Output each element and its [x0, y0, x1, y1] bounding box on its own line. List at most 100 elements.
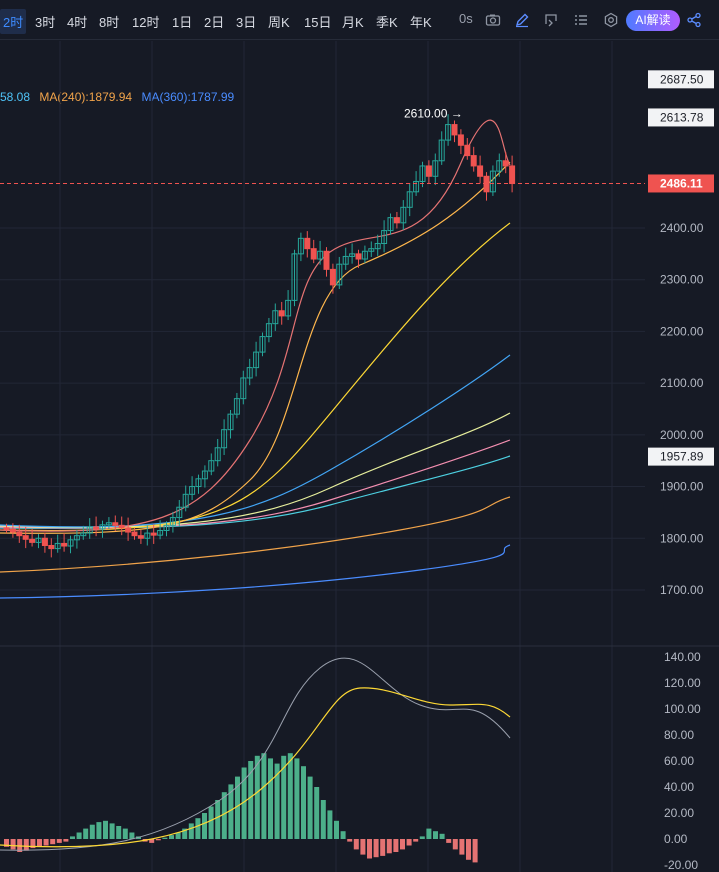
- macd-bar-71: [472, 839, 478, 863]
- candle-body-71: [457, 134, 464, 146]
- macd-bar-59: [393, 839, 399, 852]
- macd-bar-19: [129, 832, 135, 839]
- macd-bar-8: [56, 839, 62, 843]
- macd-bar-48: [320, 800, 326, 839]
- macd-bar-33: [221, 792, 227, 839]
- macd-bar-51: [340, 831, 346, 839]
- indicator-axis-label-5: 40.00: [664, 780, 694, 794]
- candle-body-14: [93, 526, 100, 530]
- candle-body-43: [278, 310, 285, 317]
- price-axis-label-3: 2100.00: [660, 376, 704, 390]
- macd-bar-50: [334, 820, 339, 839]
- ma-line-6: [0, 222, 511, 532]
- macd-bar-39: [261, 753, 267, 839]
- macd-bar-40: [268, 758, 273, 839]
- price-axis-label-0: 2400.00: [660, 221, 704, 235]
- price-axis-label-5: 1900.00: [660, 480, 704, 494]
- macd-bar-6: [43, 839, 49, 846]
- macd-bar-65: [433, 831, 438, 839]
- candle-body-55: [355, 253, 362, 260]
- candle-body-74: [477, 165, 484, 177]
- candle-body-61: [393, 217, 400, 224]
- indicator-axis-label-8: -20.00: [664, 858, 698, 872]
- macd-bar-52: [347, 839, 353, 842]
- macd-bar-28: [188, 823, 194, 839]
- macd-bar-18: [122, 828, 128, 839]
- macd-bar-15: [103, 820, 108, 839]
- macd-bar-32: [215, 800, 221, 839]
- macd-bar-70: [466, 839, 471, 860]
- candle-body-66: [425, 165, 432, 177]
- price-axis-label-6: 1800.00: [660, 531, 704, 545]
- macd-bar-61: [406, 839, 412, 846]
- high-price-annotation: 2610.00 →: [404, 106, 463, 120]
- macd-bar-11: [76, 832, 82, 839]
- macd-bar-29: [195, 818, 201, 839]
- ma-line-4: [0, 412, 511, 529]
- candle-body-0: [3, 527, 10, 530]
- candle-body-72: [464, 144, 471, 157]
- macd-bar-31: [208, 806, 214, 839]
- kline-chart[interactable]: 2610.00 → 2400.00 2300.00 2200.00 2100.00 200…: [0, 0, 719, 872]
- macd-bar-5: [37, 839, 42, 847]
- macd-bar-38: [254, 755, 260, 839]
- candle-body-4: [29, 538, 36, 543]
- candle-body-73: [470, 155, 477, 167]
- macd-bar-47: [314, 787, 320, 839]
- macd-bar-58: [386, 839, 392, 854]
- candle-body-70: [451, 124, 458, 136]
- candle-body-1: [9, 528, 16, 533]
- macd-bar-46: [307, 776, 313, 839]
- macd-bar-45: [301, 766, 306, 839]
- ma-line-8: [0, 119, 511, 532]
- price-axis-label-4: 2000.00: [660, 428, 704, 442]
- candle-body-18: [118, 524, 125, 529]
- macd-bar-62: [413, 839, 419, 842]
- candle-body-17: [112, 522, 119, 526]
- indicator-axis-label-0: 140.00: [664, 650, 701, 664]
- ma-line-3: [0, 439, 511, 529]
- macd-bar-24: [162, 837, 168, 839]
- candle-body-79: [509, 165, 516, 185]
- indicator-axis-label-4: 60.00: [664, 754, 694, 768]
- price-axis-label-2: 2200.00: [660, 324, 704, 338]
- macd-bar-30: [202, 813, 207, 839]
- price-axis-label-1: 2300.00: [660, 273, 704, 287]
- macd-bar-16: [109, 823, 115, 839]
- candle-body-6: [41, 537, 48, 546]
- indicator-axis-label-7: 0.00: [664, 832, 688, 846]
- candle-body-9: [61, 542, 68, 547]
- macd-bar-57: [380, 839, 386, 856]
- candle-body-7: [48, 544, 55, 550]
- indicator-axis-label-1: 120.00: [664, 676, 701, 690]
- macd-bar-69: [459, 839, 465, 855]
- macd-bar-1: [10, 839, 16, 850]
- macd-bar-63: [419, 836, 425, 839]
- candle-body-51: [329, 268, 336, 286]
- macd-bar-64: [426, 828, 432, 839]
- macd-bar-68: [452, 839, 458, 850]
- price-axis-label-7: 1700.00: [660, 583, 704, 597]
- ma-line-5: [0, 354, 511, 528]
- macd-bar-10: [70, 836, 75, 839]
- candle-body-19: [125, 527, 132, 533]
- macd-bar-9: [63, 839, 69, 842]
- candle-body-78: [502, 160, 509, 167]
- macd-bar-66: [439, 833, 445, 839]
- macd-bar-13: [89, 824, 95, 839]
- macd-bar-44: [294, 758, 300, 839]
- candle-body-50: [323, 250, 330, 270]
- candle-body-21: [137, 535, 144, 539]
- macd-bar-17: [116, 826, 122, 839]
- candle-body-23: [150, 532, 157, 536]
- macd-bar-56: [373, 839, 379, 858]
- macd-bar-3: [23, 839, 29, 851]
- price-box-label-1: 2613.78: [660, 110, 704, 124]
- macd-bar-23: [155, 839, 161, 841]
- macd-bar-49: [327, 810, 333, 839]
- candle-body-48: [310, 248, 317, 260]
- macd-bar-53: [353, 839, 359, 850]
- price-box-label-0: 2687.50: [660, 72, 704, 86]
- candle-body-2: [16, 531, 23, 537]
- macd-bar-54: [360, 839, 366, 855]
